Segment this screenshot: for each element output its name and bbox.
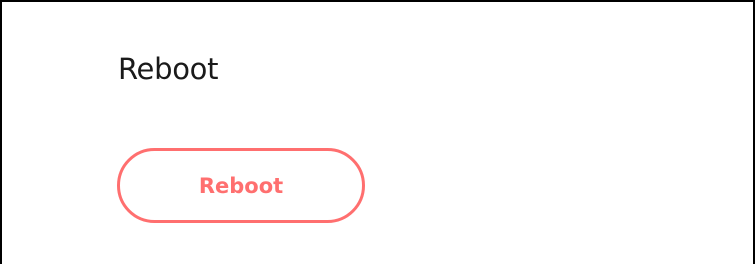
reboot-panel: Reboot Reboot — [0, 0, 755, 264]
section-title: Reboot — [118, 52, 219, 86]
reboot-button[interactable]: Reboot — [117, 148, 365, 223]
